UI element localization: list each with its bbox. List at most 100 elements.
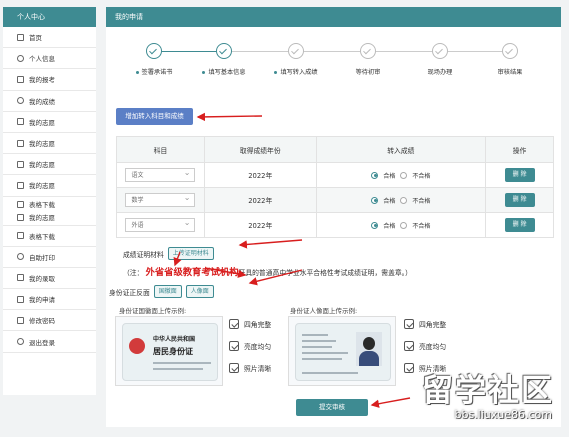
card-title-line2: 居民身份证 [153,347,193,356]
sidebar-item-label: 我的志愿 [29,140,55,149]
fail-radio[interactable] [400,171,408,179]
sidebar-item-download[interactable]: 表格下载 [3,226,96,247]
sidebar-item-download-wishes[interactable]: 表格下载 我的志愿 [3,197,96,226]
logout-icon [17,338,24,346]
sidebar-item-wishes-3[interactable]: 我的志愿 [3,154,96,176]
pass-radio[interactable] [371,196,379,204]
sidebar-item-label: 表格下载 [29,232,55,241]
sidebar-item-label: 修改密码 [29,317,55,326]
column-header: 取得成绩年份 [203,136,317,163]
home-icon [17,33,24,41]
card-line [153,368,203,370]
sidebar-item-registration[interactable]: 我的报考 [3,69,96,91]
lock-icon [17,316,24,324]
edit-icon [17,139,24,147]
fail-radio[interactable] [400,196,408,204]
delete-button[interactable]: 删 除 [504,168,535,182]
check-label: 亮度均匀 [419,343,447,351]
sidebar-item-label: 表格下载 [29,201,55,209]
check-label: 四角完整 [244,321,272,329]
check-icon [360,43,376,59]
delete-button[interactable]: 删 除 [504,193,535,207]
edit-icon [17,295,24,303]
sidebar-item-wishes-4[interactable]: 我的志愿 [3,175,96,197]
note-highlight: 外省省级教育考试机构 [145,267,239,278]
column-header: 转入成绩 [315,136,487,163]
add-subject-button[interactable]: 增加转入科目和成绩 [116,108,193,125]
check-icon [432,43,448,59]
checkbox-icon [229,341,239,351]
sidebar-item-application[interactable]: 我的申请 [3,289,96,311]
front-check-1: 四角完整 [229,319,271,329]
sidebar-item-label: 我的成绩 [29,97,55,106]
subject-select[interactable]: 数学 [125,191,196,207]
checkbox-icon [229,363,239,373]
back-check-1: 四角完整 [404,319,446,329]
pass-radio[interactable] [371,221,379,229]
page-title: 我的申请 [106,7,561,27]
back-example-label: 身份证人像面上传示例: [290,307,358,315]
upload-back-button[interactable]: 人像面 [185,285,214,298]
step-label: 等待初审 [355,69,381,76]
step-2: 填写基本信息 [189,41,259,76]
back-check-2: 亮度均匀 [404,341,446,351]
sidebar-item-label: 首页 [29,34,42,43]
upload-front-button[interactable]: 国徽面 [153,285,182,298]
sidebar-item-admission[interactable]: 我的录取 [3,268,96,290]
sidebar-item-wishes-2[interactable]: 我的志愿 [3,133,96,155]
radio-label: 不合格 [412,222,431,230]
download-icon [17,200,24,208]
id-card-label: 身份证正反面 [109,288,150,297]
edit-icon [17,181,24,189]
card-title-line1: 中华人民共和国 [153,336,196,343]
card-line [302,358,342,360]
card-line [153,362,211,364]
upload-proof-button[interactable]: 上传证明材料 [167,247,214,260]
portrait-photo [356,332,382,366]
sidebar-item-label: 我的志愿 [29,214,55,222]
card-line [302,352,348,354]
sidebar-item-home[interactable]: 首页 [3,27,96,49]
sidebar-item-logout[interactable]: 退出登录 [3,331,96,353]
year-cell: 2022年 [203,212,317,238]
table-row: 外语 2022年 合格 不合格 删 除 [116,212,554,238]
sidebar-item-label: 我的申请 [29,296,55,305]
year-cell: 2022年 [203,187,317,213]
main-panel: 我的申请 签署承诺书 填写基本信息 填写转入成绩 等待初审 现场办理 审核结果 … [106,7,561,427]
note-prefix: （注： [123,269,144,277]
list-icon [17,274,24,282]
sidebar-item-scores[interactable]: 我的成绩 [3,91,96,112]
sidebar-item-label: 自助打印 [29,253,55,262]
subject-select[interactable]: 外语 [125,216,196,232]
sidebar-item-label: 个人信息 [29,55,55,64]
submit-button[interactable]: 提交审核 [296,399,368,416]
sidebar-item-profile[interactable]: 个人信息 [3,48,96,70]
year-cell: 2022年 [203,162,317,188]
step-label: 签署承诺书 [141,69,173,76]
radio-label: 不合格 [412,172,431,180]
progress-steps: 签署承诺书 填写基本信息 填写转入成绩 等待初审 现场办理 审核结果 [116,41,546,91]
pass-radio[interactable] [371,171,379,179]
table-row: 数学 2022年 合格 不合格 删 除 [116,187,554,213]
sidebar-item-print[interactable]: 自助打印 [3,247,96,268]
sidebar: 个人中心 首页 个人信息 我的报考 我的成绩 我的志愿 我的志愿 我的志愿 我的… [3,7,96,395]
sidebar-title: 个人中心 [3,7,96,27]
materials-label: 成绩证明材料 [123,250,164,259]
step-6: 审核结果 [475,41,545,76]
checkbox-icon [229,319,239,329]
sidebar-item-wishes-1[interactable]: 我的志愿 [3,112,96,133]
sidebar-item-label: 我的志愿 [29,161,55,170]
user-icon [17,54,24,62]
subject-select[interactable]: 语文 [125,166,196,182]
card-line [302,346,332,348]
edit-icon [17,213,24,221]
card-line [302,372,358,374]
step-label: 填写基本信息 [208,69,246,76]
sidebar-item-password[interactable]: 修改密码 [3,310,96,332]
step-1: 签署承诺书 [119,41,189,76]
score-table: 科目 取得成绩年份 转入成绩 操作 语文 2022年 合格不合格 删 除 数学 … [116,136,554,238]
table-row: 语文 2022年 合格 不合格 删 除 [116,162,554,188]
step-4: 等待初审 [333,41,403,76]
fail-radio[interactable] [400,221,408,229]
delete-button[interactable]: 删 除 [504,218,535,232]
